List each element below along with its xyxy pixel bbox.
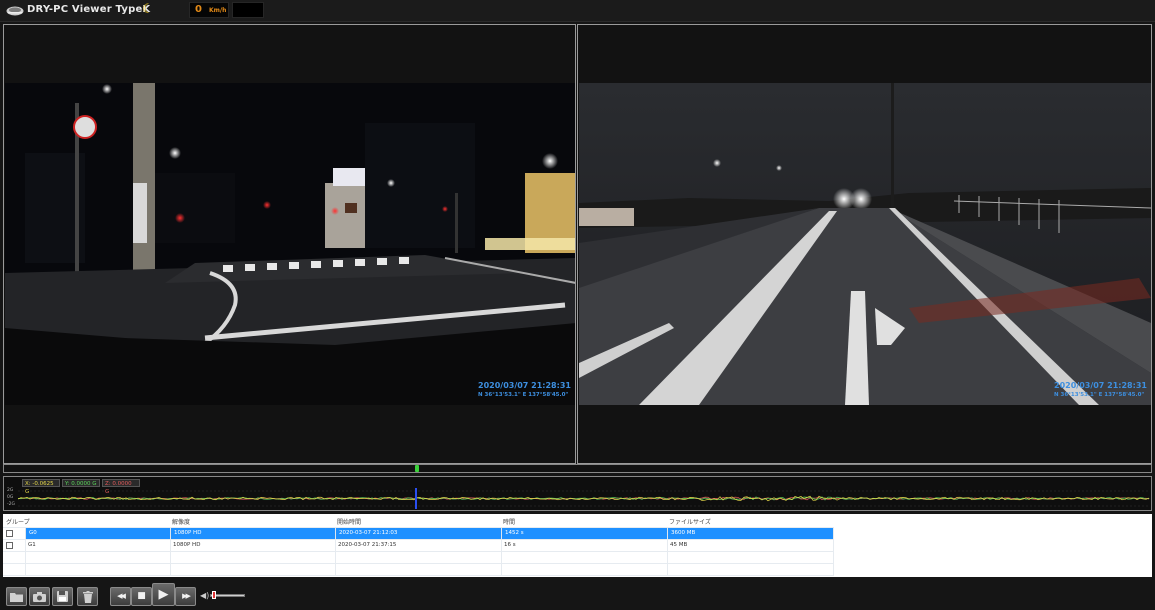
- front-camera-overlay: 2020/03/07 21:28:31 N 36°13'53.1" E 137°…: [478, 381, 571, 398]
- cell-file-size: 45 MB: [670, 542, 688, 548]
- g-axis-mid-label: 0G: [7, 495, 14, 500]
- file-list-table[interactable]: グループ 解像度 開始時間 時間 ファイルサイズ G0 1080P HD 202…: [3, 514, 1152, 577]
- cell-start-time: 2020-03-07 21:12:03: [335, 528, 501, 539]
- speed-display: 0 Km/h: [189, 2, 229, 18]
- column-header-file-size[interactable]: ファイルサイズ: [669, 517, 711, 526]
- viewer-window: DRY-PC Viewer TypeK ☾ 0 Km/h 2020/03/07 …: [0, 0, 1155, 610]
- table-divider: [3, 551, 834, 552]
- volume-slider-handle[interactable]: [212, 591, 216, 599]
- front-camera-frame: [5, 83, 575, 405]
- night-mode-icon: ☾: [142, 2, 154, 17]
- cell-duration: 16 s: [504, 542, 516, 548]
- save-icon: [57, 591, 68, 602]
- front-camera-gps: N 36°13'53.1" E 137°58'45.0": [478, 392, 569, 398]
- table-divider: [3, 563, 834, 564]
- snapshot-button[interactable]: [29, 587, 50, 606]
- table-row[interactable]: G0 1080P HD 2020-03-07 21:12:03 1452 s 3…: [3, 528, 834, 539]
- cell-start-time: 2020-03-07 21:37:15: [338, 542, 397, 548]
- cell-group: G1: [28, 542, 36, 548]
- g-sensor-z-value: Z: 0.0000 G: [102, 479, 140, 495]
- cell-resolution: 1080P HD: [170, 528, 335, 539]
- camera-icon: [33, 592, 46, 602]
- status-display: [232, 2, 264, 18]
- column-header-resolution[interactable]: 解像度: [172, 517, 190, 526]
- seek-knob[interactable]: [415, 465, 419, 472]
- rear-camera-pane[interactable]: 2020/03/07 21:28:31 N 36°13'53.1" E 137°…: [577, 24, 1152, 464]
- bottom-toolbar: ◀◀ ■ ▶ ▶▶ ◀): [0, 579, 1155, 610]
- table-row[interactable]: G1 1080P HD 2020-03-07 21:37:15 16 s 45 …: [3, 540, 834, 551]
- play-icon: ▶: [158, 587, 169, 602]
- column-header-duration[interactable]: 時間: [503, 517, 515, 526]
- seek-bar[interactable]: [3, 464, 1152, 473]
- g-axis-top-label: 2G: [7, 488, 14, 493]
- front-camera-pane[interactable]: 2020/03/07 21:28:31 N 36°13'53.1" E 137°…: [3, 24, 576, 464]
- stop-icon: ■: [137, 591, 146, 601]
- rewind-button[interactable]: ◀◀: [110, 587, 131, 606]
- app-title: DRY-PC Viewer TypeK: [27, 4, 151, 15]
- front-camera-video[interactable]: 2020/03/07 21:28:31 N 36°13'53.1" E 137°…: [5, 83, 575, 405]
- save-button[interactable]: [52, 587, 73, 606]
- trash-icon: [82, 591, 93, 603]
- rear-camera-frame: [579, 83, 1151, 405]
- speed-value: 0: [195, 4, 202, 15]
- column-header-group[interactable]: グループ: [6, 517, 30, 526]
- fast-forward-icon: ▶▶: [182, 592, 191, 600]
- delete-button[interactable]: [77, 587, 98, 606]
- open-folder-button[interactable]: [6, 587, 27, 606]
- folder-icon: [10, 593, 23, 602]
- cell-duration: 1452 s: [501, 528, 667, 539]
- volume-icon: ◀): [200, 591, 210, 600]
- g-sensor-x-value: X: -0.0625 G: [22, 479, 60, 495]
- table-divider: [3, 575, 834, 576]
- rear-camera-gps: N 36°13'53.1" E 137°58'45.0": [1054, 392, 1145, 398]
- cell-resolution: 1080P HD: [173, 542, 201, 548]
- fast-forward-button[interactable]: ▶▶: [175, 587, 196, 606]
- speed-unit: Km/h: [209, 7, 227, 14]
- rewind-icon: ◀◀: [117, 592, 126, 600]
- rear-camera-overlay: 2020/03/07 21:28:31 N 36°13'53.1" E 137°…: [1054, 381, 1147, 398]
- rear-camera-timestamp: 2020/03/07 21:28:31: [1054, 381, 1147, 390]
- title-bar: DRY-PC Viewer TypeK ☾ 0 Km/h: [0, 0, 1155, 22]
- rear-camera-video[interactable]: 2020/03/07 21:28:31 N 36°13'53.1" E 137°…: [579, 83, 1151, 405]
- play-button[interactable]: ▶: [152, 583, 175, 606]
- g-sensor-y-value: Y: 0.0000 G: [62, 479, 100, 487]
- front-camera-timestamp: 2020/03/07 21:28:31: [478, 381, 571, 390]
- app-logo-icon: [6, 6, 24, 16]
- g-sensor-plot: [18, 488, 1150, 509]
- column-header-start-time[interactable]: 開始時間: [337, 517, 361, 526]
- g-sensor-cursor[interactable]: [415, 488, 417, 509]
- stop-button[interactable]: ■: [131, 587, 152, 606]
- cell-file-size: 3600 MB: [667, 528, 833, 539]
- g-axis-bottom-label: -2G: [7, 502, 15, 507]
- g-sensor-graph[interactable]: X: -0.0625 G Y: 0.0000 G Z: 0.0000 G 2G …: [3, 476, 1152, 511]
- cell-group: G0: [25, 528, 170, 539]
